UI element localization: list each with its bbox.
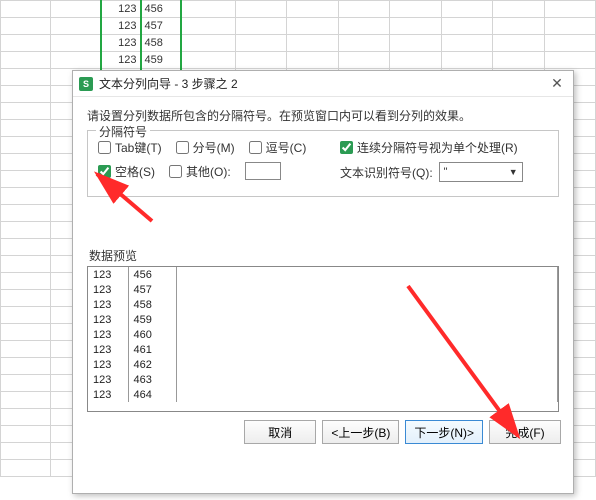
text-qualifier-label: 文本识别符号(Q): [340, 164, 433, 181]
table-row: 123463 [88, 372, 558, 387]
table-row: 123456 [88, 267, 558, 282]
checkbox-semicolon-label: 分号(M) [193, 139, 235, 156]
dialog-buttons: 取消 <上一步(B) 下一步(N)> 完成(F) [73, 412, 573, 452]
text-qualifier-value: " [444, 166, 448, 178]
back-button[interactable]: <上一步(B) [322, 420, 399, 444]
dialog-titlebar: S 文本分列向导 - 3 步骤之 2 ✕ [73, 71, 573, 97]
checkbox-other-label: 其他(O): [186, 163, 231, 180]
checkbox-tab[interactable]: Tab键(T) [98, 139, 162, 156]
delimiter-group: 分隔符号 Tab键(T) 分号(M) 逗号(C) 空格(S) 其他(O): 连 [87, 130, 559, 197]
table-row: 123459 [88, 312, 558, 327]
next-button[interactable]: 下一步(N)> [405, 420, 483, 444]
app-icon: S [79, 77, 93, 91]
preview-label: 数据预览 [89, 247, 559, 264]
finish-button[interactable]: 完成(F) [489, 420, 561, 444]
table-row: 123464 [88, 387, 558, 402]
checkbox-merge-label: 连续分隔符号视为单个处理(R) [357, 139, 518, 156]
checkbox-space[interactable]: 空格(S) [98, 163, 155, 180]
data-preview[interactable]: 1234561234571234581234591234601234611234… [87, 266, 559, 412]
text-qualifier-select[interactable]: " ▼ [439, 162, 523, 182]
checkbox-semicolon[interactable]: 分号(M) [176, 139, 235, 156]
checkbox-comma[interactable]: 逗号(C) [249, 139, 307, 156]
checkbox-other[interactable]: 其他(O): [169, 163, 231, 180]
other-delimiter-input[interactable] [245, 162, 281, 180]
table-row: 123461 [88, 342, 558, 357]
dialog-title: 文本分列向导 - 3 步骤之 2 [99, 71, 547, 97]
chevron-down-icon: ▼ [509, 167, 518, 177]
checkbox-merge-consecutive[interactable]: 连续分隔符号视为单个处理(R) [340, 139, 523, 156]
checkbox-comma-label: 逗号(C) [266, 139, 307, 156]
group-legend: 分隔符号 [96, 123, 150, 140]
close-icon[interactable]: ✕ [547, 74, 567, 94]
table-row: 123457 [88, 282, 558, 297]
text-to-columns-dialog: S 文本分列向导 - 3 步骤之 2 ✕ 请设置分列数据所包含的分隔符号。在预览… [72, 70, 574, 494]
checkbox-space-label: 空格(S) [115, 163, 155, 180]
table-row: 123460 [88, 327, 558, 342]
table-row: 123462 [88, 357, 558, 372]
cancel-button[interactable]: 取消 [244, 420, 316, 444]
instruction-text: 请设置分列数据所包含的分隔符号。在预览窗口内可以看到分列的效果。 [87, 107, 559, 124]
checkbox-tab-label: Tab键(T) [115, 139, 162, 156]
table-row: 123458 [88, 297, 558, 312]
